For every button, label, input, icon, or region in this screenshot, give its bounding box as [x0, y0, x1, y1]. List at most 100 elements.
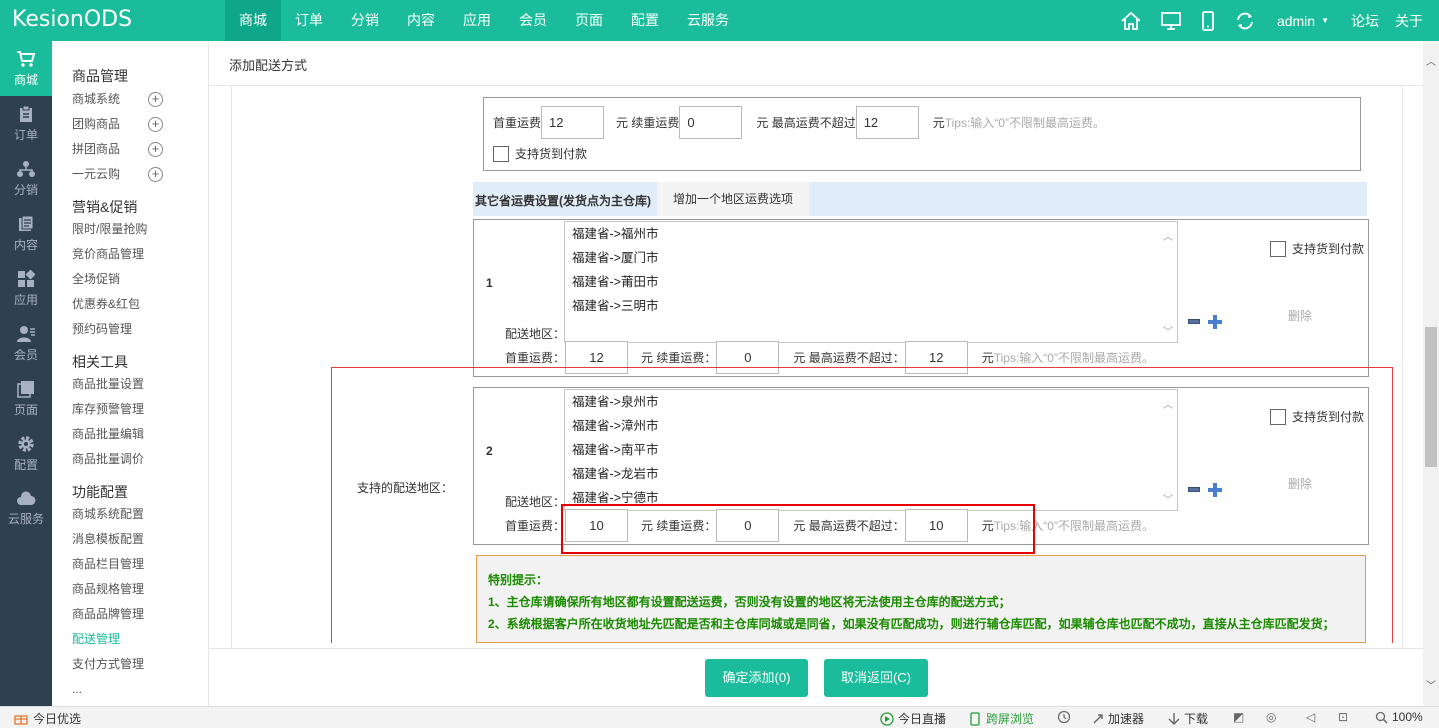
rocket-icon [1093, 713, 1103, 723]
delete-link[interactable]: 删除 [1288, 307, 1312, 324]
submenu-item[interactable]: 商城系统配置 [52, 502, 208, 527]
phone-icon [970, 711, 980, 726]
submenu-item[interactable]: 支付方式管理 [52, 652, 208, 677]
screenshot-icon[interactable]: ⊡ [1338, 710, 1348, 724]
remove-region-icon[interactable] [1188, 319, 1200, 324]
chevron-down-icon[interactable]: ﹀ [1163, 323, 1173, 338]
topnav-apps[interactable]: 应用 [449, 0, 505, 41]
chevron-up-icon[interactable]: ︿ [1426, 53, 1436, 68]
topnav-mall[interactable]: 商城 [225, 0, 281, 41]
app-logo[interactable]: KesionODS [12, 7, 132, 32]
submenu-item-delivery-active[interactable]: 配送管理 [52, 627, 208, 652]
sidebar-item-mall[interactable]: 商城 [0, 41, 52, 96]
submenu-item[interactable]: 优惠券&红包 [52, 292, 208, 317]
listbox-scrollbar[interactable]: ︿ ﹀ [1160, 222, 1177, 342]
expand-plus-icon[interactable]: + [148, 117, 163, 132]
cod-checkbox[interactable] [493, 145, 509, 162]
mobile-icon[interactable] [1191, 0, 1225, 41]
topnav-orders[interactable]: 订单 [281, 0, 337, 41]
user-icon [17, 325, 35, 342]
home-icon[interactable] [1111, 0, 1151, 41]
refresh-icon[interactable] [1225, 0, 1265, 41]
first-weight-label: 首重运费 [493, 116, 542, 130]
max-fee-input[interactable]: 12 [855, 106, 919, 139]
expand-plus-icon[interactable]: + [148, 92, 163, 107]
sidebar-item-members[interactable]: 会员 [0, 316, 52, 371]
speaker-icon[interactable]: ◁ [1306, 710, 1315, 724]
sidebar-item-label: 内容 [13, 237, 38, 252]
sidebar-item-cloud[interactable]: 云服务 [0, 481, 52, 536]
submenu-item[interactable]: 商品批量设置 [52, 372, 208, 397]
topnav-config[interactable]: 配置 [617, 0, 673, 41]
cont-weight-input[interactable]: 0 [679, 106, 743, 139]
row-index: 1 [486, 276, 493, 290]
submenu-item[interactable]: 团购商品 + [52, 112, 208, 137]
sidebar-item-orders[interactable]: 订单 [0, 96, 52, 151]
region-option[interactable]: 福建省->莆田市 [565, 270, 1177, 294]
expand-plus-icon[interactable]: + [148, 142, 163, 157]
add-region-icon[interactable] [1208, 315, 1222, 329]
status-accelerator[interactable]: 加速器 [1091, 710, 1144, 727]
status-cross-screen[interactable]: 跨屏浏览 [970, 710, 1034, 727]
submenu-item[interactable]: 拼团商品 + [52, 137, 208, 162]
browser-icon[interactable]: ◎ [1266, 710, 1276, 724]
cod-checkbox[interactable] [1270, 240, 1286, 257]
region-listbox[interactable]: 福建省->福州市 福建省->厦门市 福建省->莆田市 福建省->三明市 ︿ ﹀ [564, 221, 1178, 343]
region-option[interactable]: 福建省->三明市 [565, 294, 1177, 318]
topnav-pages[interactable]: 页面 [561, 0, 617, 41]
sidebar-item-apps[interactable]: 应用 [0, 261, 52, 316]
status-zoom[interactable]: 100% [1375, 710, 1423, 724]
submenu-item[interactable]: ... [52, 677, 208, 702]
sidebar-item-config[interactable]: 配置 [0, 426, 52, 481]
topnav-members[interactable]: 会员 [505, 0, 561, 41]
cart-icon [17, 50, 36, 67]
paint-icon[interactable]: ◩ [1233, 710, 1244, 724]
submenu-item[interactable]: 商城系统 + [52, 87, 208, 112]
sidebar-item-pages[interactable]: 页面 [0, 371, 52, 426]
submenu-item[interactable]: 全场促销 [52, 267, 208, 292]
sidebar-item-distribution[interactable]: 分销 [0, 151, 52, 206]
section-header-text: 其它省运费设置(发货点为主仓库) [475, 194, 651, 208]
submenu-item[interactable]: 商品规格管理 [52, 577, 208, 602]
confirm-add-button[interactable]: 确定添加(0) [705, 659, 808, 697]
submenu-group-title: 商品管理 [72, 68, 128, 84]
document-icon [19, 215, 34, 231]
expand-plus-icon[interactable]: + [148, 167, 163, 182]
main-content: 首重运费 12 元 续重运费 0 元 最高运费不超过 12 元 Tips:输入“… [209, 86, 1423, 648]
region-option[interactable]: 福建省->福州市 [565, 222, 1177, 246]
forum-link[interactable]: 论坛 [1341, 0, 1389, 41]
submenu-item[interactable]: 竞价商品管理 [52, 242, 208, 267]
status-daily-pick[interactable]: 今日优选 [14, 710, 81, 727]
max-fee-label: 元 最高运费不超过 [756, 116, 856, 130]
add-region-tab[interactable]: 增加一个地区运费选项 [657, 182, 809, 216]
status-live[interactable]: 今日直播 [880, 710, 946, 727]
status-label: 跨屏浏览 [986, 712, 1035, 726]
about-link[interactable]: 关于 [1389, 0, 1433, 41]
status-download[interactable]: 下载 [1168, 710, 1208, 727]
chevron-down-icon[interactable]: ﹀ [1426, 677, 1436, 692]
tips-text: Tips:输入“0”不限制最高运费。 [944, 116, 1105, 130]
desktop-icon[interactable] [1151, 0, 1191, 41]
sidebar-item-content[interactable]: 内容 [0, 206, 52, 261]
page-scrollbar[interactable]: ︿ ﹀ [1423, 41, 1439, 706]
topnav-distribution[interactable]: 分销 [337, 0, 393, 41]
submenu-item[interactable]: 消息模板配置 [52, 527, 208, 552]
submenu-item[interactable]: 商品批量编辑 [52, 422, 208, 447]
submenu-item[interactable]: 限时/限量抢购 [52, 217, 208, 242]
user-menu[interactable]: admin ▼ [1265, 0, 1341, 41]
first-weight-input[interactable]: 12 [541, 106, 605, 139]
submenu-item[interactable]: 商品批量调价 [52, 447, 208, 472]
submenu-item[interactable]: 商品栏目管理 [52, 552, 208, 577]
sidebar-item-label: 商城 [13, 72, 38, 87]
chevron-up-icon[interactable]: ︿ [1163, 228, 1173, 243]
scroll-thumb[interactable] [1425, 327, 1437, 467]
topnav-cloud[interactable]: 云服务 [673, 0, 743, 41]
history-icon[interactable] [1057, 710, 1071, 724]
topnav-content[interactable]: 内容 [393, 0, 449, 41]
cancel-return-button[interactable]: 取消返回(C) [824, 659, 928, 697]
submenu-item[interactable]: 库存预警管理 [52, 397, 208, 422]
submenu-item[interactable]: 商品品牌管理 [52, 602, 208, 627]
submenu-item[interactable]: 预约码管理 [52, 317, 208, 342]
region-option[interactable]: 福建省->厦门市 [565, 246, 1177, 270]
submenu-item[interactable]: 一元云购 + [52, 162, 208, 187]
